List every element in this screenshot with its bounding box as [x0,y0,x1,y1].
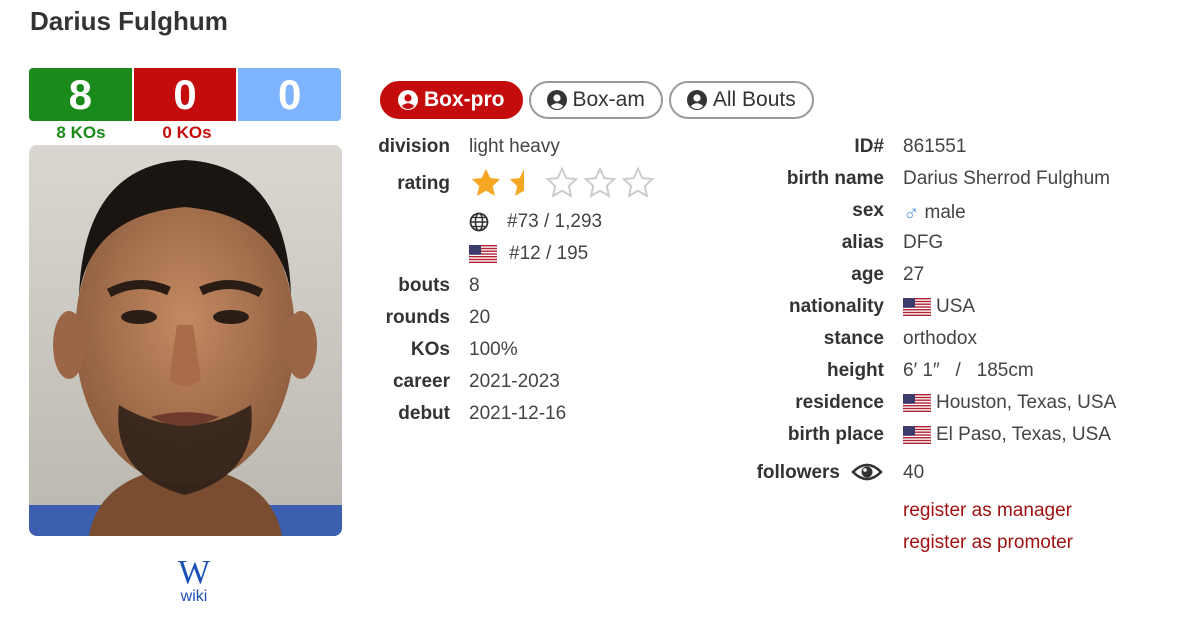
stance-label: stance [823,328,884,349]
losses-kos: 0 KOs [162,123,212,142]
register-promoter-link[interactable]: register as promoter [903,532,1073,554]
residence-label: residence [795,392,884,413]
usa-flag-icon [903,426,931,444]
height-value: 6′ 1″ / 185cm [903,360,1034,381]
alias-label: alias [841,232,884,253]
register-manager-link[interactable]: register as manager [903,500,1072,522]
star-empty-icon [621,166,655,198]
rounds-label: rounds [385,307,450,328]
usa-rank: #12 / 195 [469,243,588,265]
usa-flag-icon [903,298,931,316]
birth-place-value: El Paso, Texas, USA [903,424,1111,446]
tab-box-pro[interactable]: Box-pro [380,81,523,119]
wikipedia-icon: W [177,554,211,591]
debut-label: debut [398,403,450,424]
tab-box-am[interactable]: Box-am [528,81,663,119]
usa-rank-value: #12 / 195 [509,243,589,264]
nationality-text: USA [936,296,976,317]
rating-stars [469,166,655,200]
birth-place-label: birth place [787,424,884,445]
star-half-icon [509,168,524,196]
debut-value: 2021-12-16 [469,403,567,424]
tab-all-bouts[interactable]: All Bouts [668,81,814,119]
followers-label: followers [756,462,840,483]
record-tabs: Box-pro Box-am All Bouts [380,81,814,119]
globe-icon [469,212,489,232]
nationality-value: USA [903,296,975,318]
birth-name-label: birth name [786,168,884,189]
world-rank-value: #73 / 1,293 [507,211,603,232]
user-circle-icon [398,90,418,110]
eye-icon[interactable] [851,458,883,491]
star-empty-icon [583,166,617,198]
user-circle-icon [686,90,707,110]
tab-label: All Bouts [712,88,796,111]
nationality-label: nationality [788,296,884,317]
star-full-icon [471,168,501,196]
kos-label: KOs [410,339,450,360]
stance-value: orthodox [903,328,977,349]
wiki-link[interactable]: W wiki [172,556,216,606]
world-rank: #73 / 1,293 [469,211,602,233]
bouts-label: bouts [398,275,450,296]
alias-value: DFG [903,232,944,253]
sex-value: ♂ male [903,200,966,226]
wins-kos: 8 KOs [56,123,106,142]
wins-count: 8 [29,68,132,121]
star-empty-icon [545,166,579,198]
followers-value: 40 [903,462,925,483]
career-value: 2021-2023 [469,371,560,392]
sex-label: sex [852,200,884,221]
record-summary: 8 0 0 [29,68,341,121]
usa-flag-icon [903,394,931,412]
id-value: 861551 [903,136,967,157]
birth-place-text: El Paso, Texas, USA [936,424,1111,445]
male-symbol-icon: ♂ [903,200,920,225]
division-label: division [378,136,450,157]
tab-label: Box-pro [424,88,505,111]
id-label: ID# [854,136,884,157]
tab-label: Box-am [572,88,645,111]
division-value: light heavy [469,136,560,157]
boxer-name: Darius Fulghum [30,6,228,36]
height-label: height [827,360,884,381]
usa-flag-icon [469,245,497,263]
losses-count: 0 [133,68,237,121]
kos-value: 100% [469,339,518,360]
residence-text: Houston, Texas, USA [936,392,1117,413]
birth-name-value: Darius Sherrod Fulghum [903,168,1110,189]
age-value: 27 [903,264,925,285]
rounds-value: 20 [469,307,491,328]
boxer-photo [29,145,342,536]
residence-value: Houston, Texas, USA [903,392,1116,414]
career-label: career [392,371,450,392]
sex-text: male [924,202,966,223]
bouts-value: 8 [469,275,480,296]
rating-label: rating [397,173,450,194]
draws-count: 0 [238,68,341,121]
user-circle-icon [546,90,567,110]
age-label: age [851,264,884,285]
